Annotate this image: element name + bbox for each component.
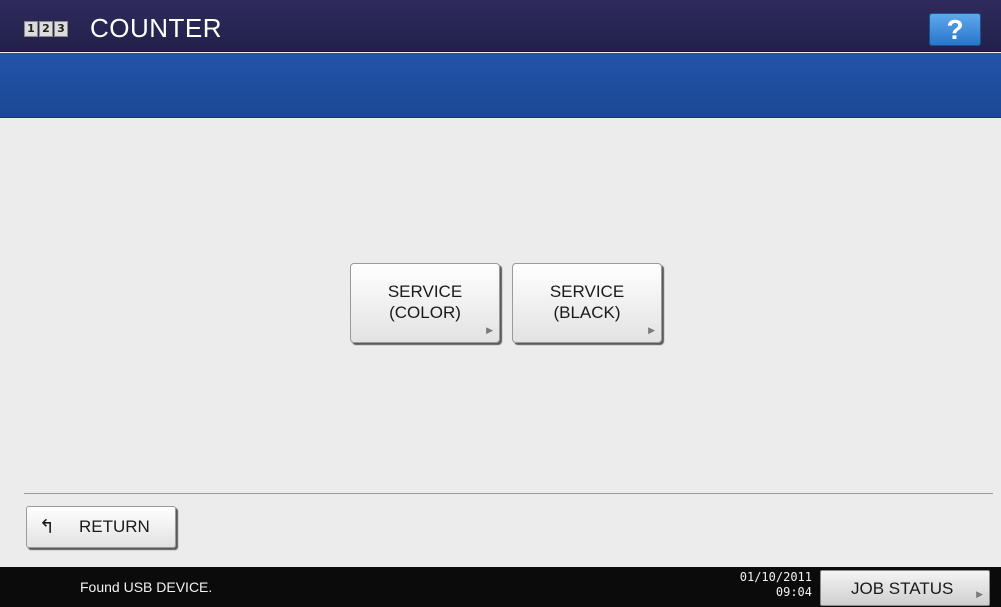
return-label: RETURN	[79, 517, 150, 536]
button-label-line2: (BLACK)	[553, 303, 621, 322]
counter-icon: 1 2 3	[24, 21, 68, 37]
counter-digit: 2	[39, 21, 53, 37]
help-button[interactable]: ?	[929, 13, 981, 46]
job-status-button[interactable]: JOB STATUS ▶	[820, 570, 990, 606]
counter-digit: 3	[54, 21, 68, 37]
header-band	[0, 53, 1001, 118]
button-label-line2: (COLOR)	[389, 303, 461, 322]
triangle-right-icon: ▶	[486, 325, 493, 335]
service-color-button[interactable]: SERVICE (COLOR) ▶	[350, 263, 500, 343]
return-button[interactable]: ↰ RETURN	[26, 506, 176, 548]
status-message: Found USB DEVICE.	[80, 579, 213, 595]
triangle-right-icon: ▶	[648, 325, 655, 335]
time: 09:04	[775, 585, 812, 599]
counter-digit: 1	[24, 21, 38, 37]
up-arrow-icon: ↰	[39, 516, 55, 538]
job-status-label: JOB STATUS	[851, 579, 954, 598]
button-label-line1: SERVICE	[387, 282, 463, 301]
page-title: COUNTER	[90, 13, 223, 43]
date-time: 01/10/2011 09:04	[700, 570, 812, 600]
triangle-right-icon: ▶	[976, 589, 983, 599]
date: 01/10/2011	[739, 570, 812, 584]
title-bar: 1 2 3 COUNTER ?	[0, 0, 1001, 52]
button-label-line1: SERVICE	[549, 282, 625, 301]
service-black-button[interactable]: SERVICE (BLACK) ▶	[512, 263, 662, 343]
divider	[24, 493, 993, 494]
